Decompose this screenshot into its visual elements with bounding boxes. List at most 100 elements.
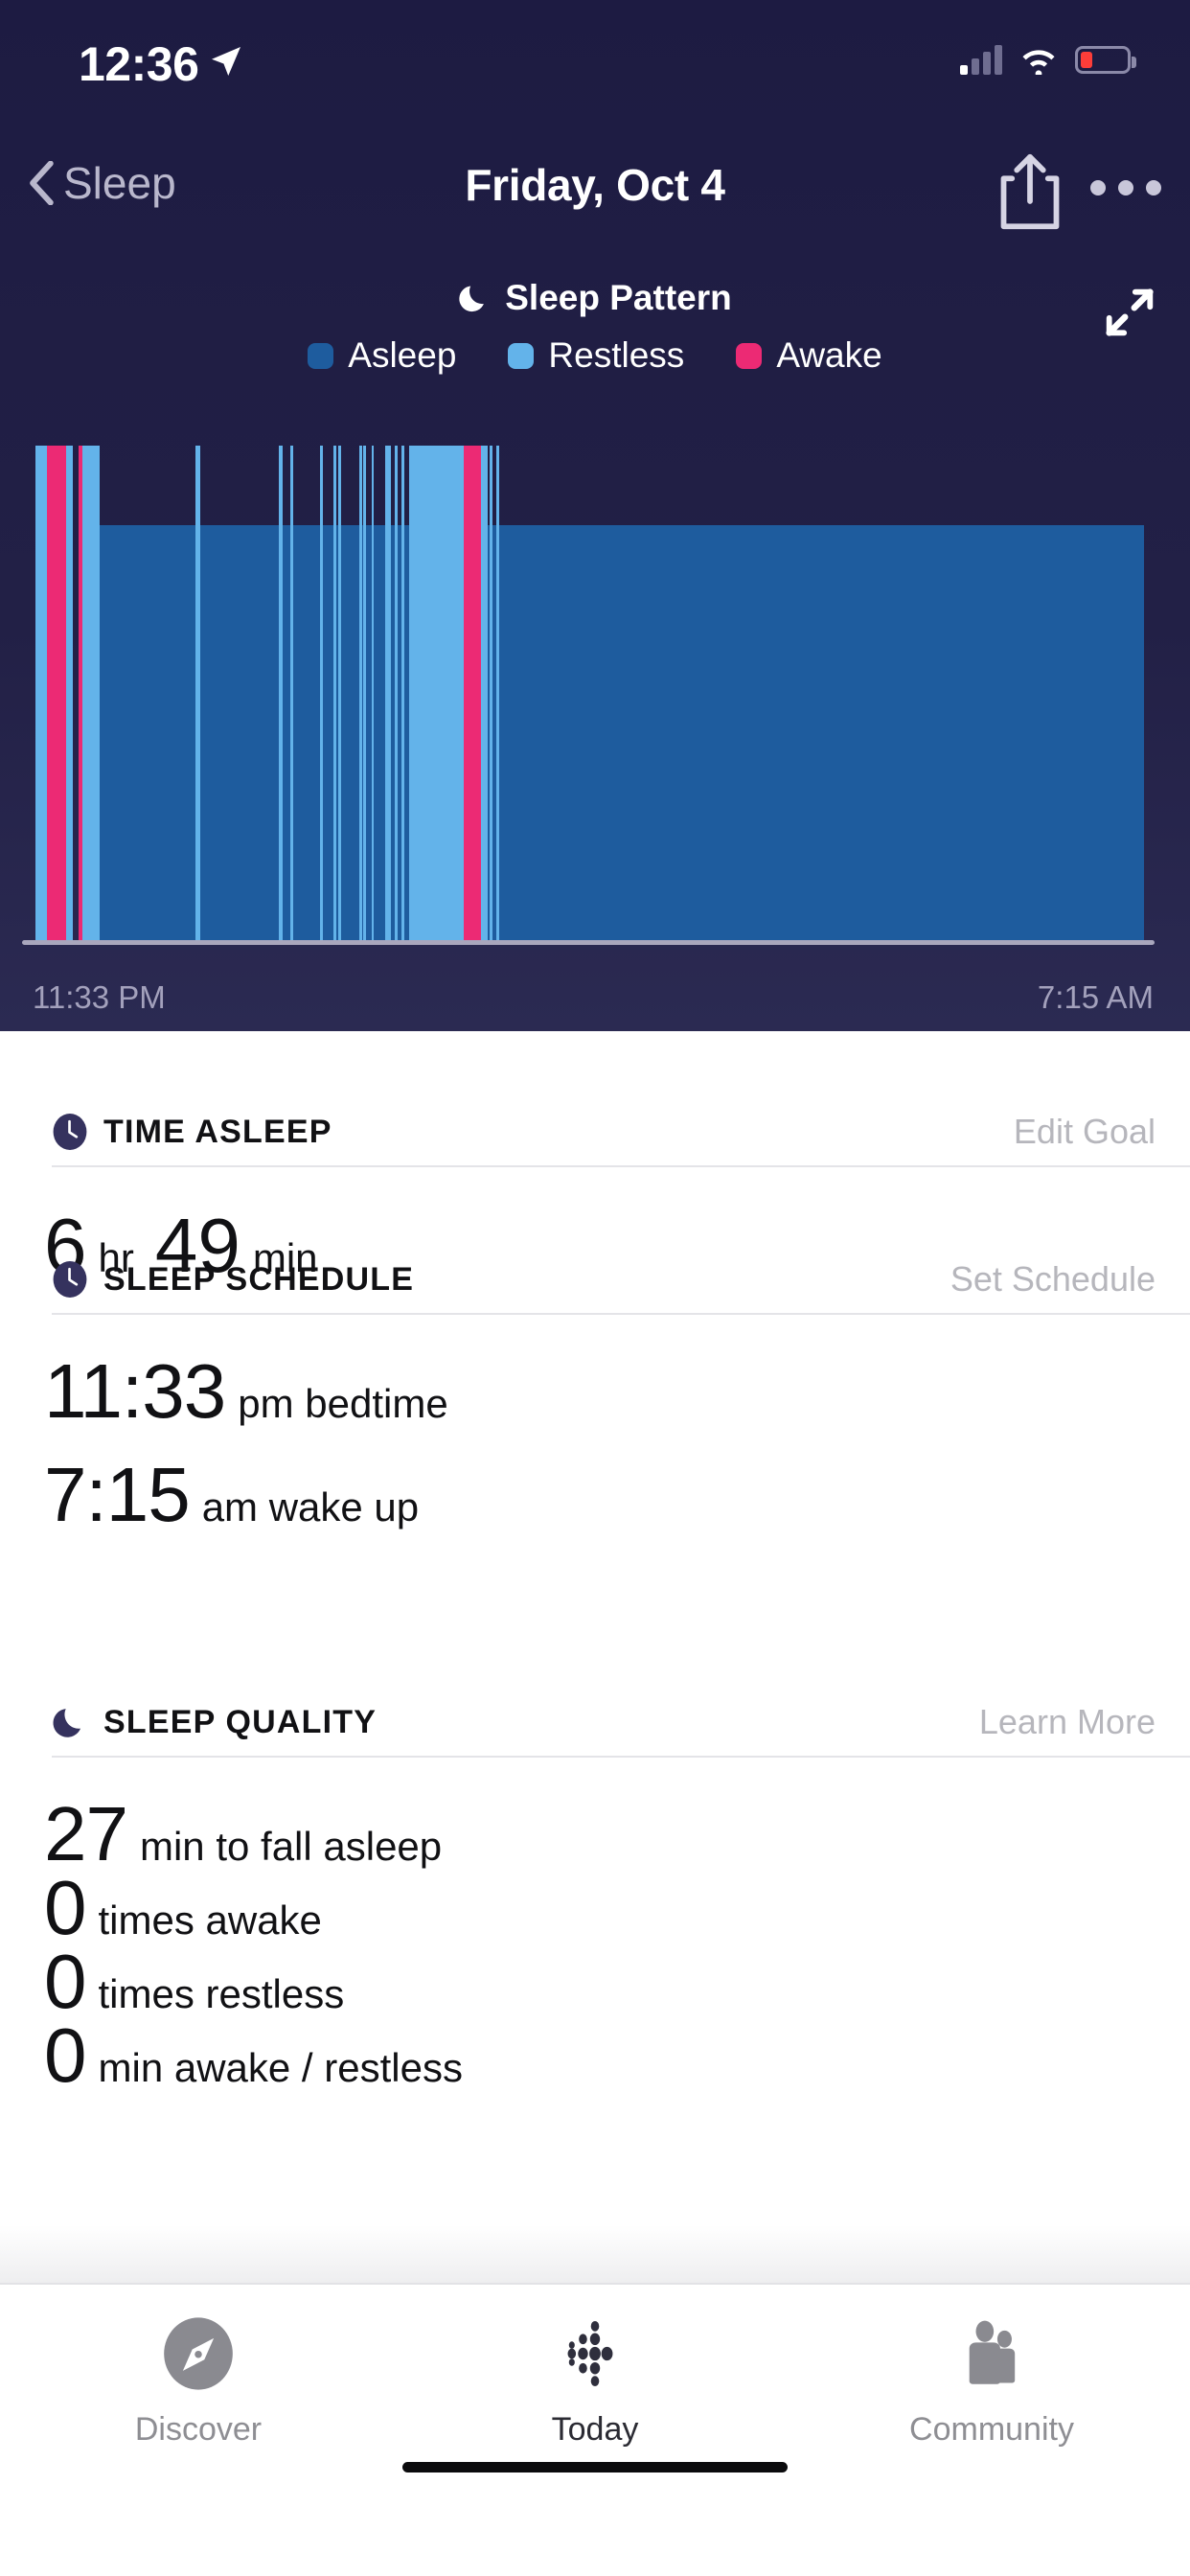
restless-segment xyxy=(388,446,391,940)
bedtime-value: 11:33 xyxy=(44,1353,225,1430)
more-dot xyxy=(1146,180,1161,196)
moon-icon xyxy=(52,1704,88,1740)
divider xyxy=(52,1756,1190,1758)
legend-swatch-icon xyxy=(736,343,762,369)
restless-segment xyxy=(434,446,437,940)
status-bar-indicators xyxy=(960,44,1131,75)
sleep-schedule-section: SLEEP SCHEDULE Set Schedule 11:33 pm bed… xyxy=(0,1250,1190,1652)
quality-row: 0 times restless xyxy=(44,1944,344,2020)
restless-segment xyxy=(454,446,464,940)
legend-item-awake: Awake xyxy=(736,335,881,376)
clock-icon xyxy=(52,1261,88,1298)
wifi-icon xyxy=(1018,44,1060,75)
moon-icon xyxy=(458,282,491,314)
restless-segment xyxy=(447,446,450,940)
status-bar: 12:36 xyxy=(0,0,1190,126)
legend-swatch-icon xyxy=(308,343,333,369)
legend-item-asleep: Asleep xyxy=(308,335,456,376)
chart-axis-line xyxy=(22,940,1155,945)
restless-segment xyxy=(427,446,430,940)
restless-segment xyxy=(490,446,492,940)
restless-segment xyxy=(496,446,499,940)
tab-discover[interactable]: Discover xyxy=(0,2312,397,2474)
legend-item-restless: Restless xyxy=(508,335,684,376)
clock-icon xyxy=(52,1114,88,1150)
restless-segment xyxy=(438,446,441,940)
sleep-pattern-chart[interactable] xyxy=(33,446,1144,940)
restless-segment xyxy=(395,446,398,940)
restless-segment xyxy=(409,446,412,940)
quality-label: min to fall asleep xyxy=(140,1824,442,1870)
home-indicator[interactable] xyxy=(402,2462,788,2472)
quality-label: times awake xyxy=(99,1898,322,1944)
restless-segment xyxy=(422,446,424,940)
quality-row: 27 min to fall asleep xyxy=(44,1796,442,1873)
quality-value: 0 xyxy=(44,1870,86,1946)
legend-label: Awake xyxy=(776,335,881,376)
sleep-quality-section: SLEEP QUALITY Learn More 27 min to fall … xyxy=(0,1692,1190,2267)
wakeup-row: 7:15 am wake up xyxy=(44,1457,419,1533)
scroll-fade xyxy=(0,2225,1190,2283)
sleep-pattern-title: Sleep Pattern xyxy=(0,278,1190,318)
fitbit-dots-icon xyxy=(554,2312,636,2396)
time-asleep-title: TIME ASLEEP xyxy=(103,1114,332,1151)
chart-start-time: 11:33 PM xyxy=(33,979,166,1016)
quality-value: 27 xyxy=(44,1796,127,1873)
tab-today[interactable]: Today xyxy=(397,2312,793,2474)
wakeup-label: am wake up xyxy=(202,1484,419,1530)
more-options-button[interactable] xyxy=(1090,180,1161,196)
quality-row: 0 times awake xyxy=(44,1870,322,1946)
tab-community-label: Community xyxy=(909,2411,1074,2449)
restless-segment xyxy=(372,446,375,940)
chart-end-time: 7:15 AM xyxy=(1038,979,1154,1016)
quality-label: times restless xyxy=(99,1971,345,2017)
battery-low-icon xyxy=(1075,46,1131,74)
quality-value: 0 xyxy=(44,1944,86,2020)
quality-row: 0 min awake / restless xyxy=(44,2017,463,2094)
set-schedule-link[interactable]: Set Schedule xyxy=(950,1259,1156,1300)
legend-label: Asleep xyxy=(348,335,456,376)
restless-segment xyxy=(401,446,404,940)
restless-segment xyxy=(338,446,341,940)
restless-segment xyxy=(195,446,200,940)
tab-discover-label: Discover xyxy=(135,2411,262,2449)
quality-label: min awake / restless xyxy=(99,2045,463,2091)
bedtime-row: 11:33 pm bedtime xyxy=(44,1353,448,1430)
asleep-band xyxy=(100,525,1144,940)
bedtime-label: pm bedtime xyxy=(238,1381,447,1427)
sleep-quality-title: SLEEP QUALITY xyxy=(103,1704,377,1741)
divider xyxy=(52,1165,1190,1167)
edit-goal-link[interactable]: Edit Goal xyxy=(1014,1112,1156,1152)
tab-bar: Discover xyxy=(0,2283,1190,2503)
legend-label: Restless xyxy=(548,335,684,376)
restless-segment xyxy=(290,446,293,940)
sleep-quality-header: SLEEP QUALITY Learn More xyxy=(52,1692,1156,1752)
tab-today-label: Today xyxy=(552,2411,639,2449)
learn-more-link[interactable]: Learn More xyxy=(979,1702,1156,1742)
quality-value: 0 xyxy=(44,2017,86,2094)
cellular-signal-icon xyxy=(960,44,1002,75)
restless-segment xyxy=(66,446,73,940)
tab-community[interactable]: Community xyxy=(793,2312,1190,2474)
chart-legend: Asleep Restless Awake xyxy=(0,335,1190,376)
restless-segment xyxy=(443,446,446,940)
wakeup-value: 7:15 xyxy=(44,1457,190,1533)
restless-segment xyxy=(385,446,388,940)
restless-segment xyxy=(417,446,420,940)
restless-segment xyxy=(82,446,100,940)
status-bar-time: 12:36 xyxy=(79,36,198,92)
more-dot xyxy=(1090,180,1106,196)
expand-diagonal-icon[interactable] xyxy=(1100,283,1159,342)
awake-segment xyxy=(47,446,66,940)
restless-segment xyxy=(320,446,323,940)
stats-panel: TIME ASLEEP Edit Goal 6 hr 49 min SLEEP … xyxy=(0,1031,1190,2271)
restless-segment xyxy=(35,446,47,940)
sleep-detail-screen: 12:36 Sleep xyxy=(0,0,1190,2576)
share-icon[interactable] xyxy=(996,153,1064,230)
divider xyxy=(52,1313,1190,1315)
sleep-schedule-header: SLEEP SCHEDULE Set Schedule xyxy=(52,1250,1156,1309)
restless-segment xyxy=(279,446,283,940)
sleep-pattern-panel: 12:36 Sleep xyxy=(0,0,1190,1031)
time-asleep-header: TIME ASLEEP Edit Goal xyxy=(52,1102,1156,1162)
compass-icon xyxy=(157,2312,240,2396)
